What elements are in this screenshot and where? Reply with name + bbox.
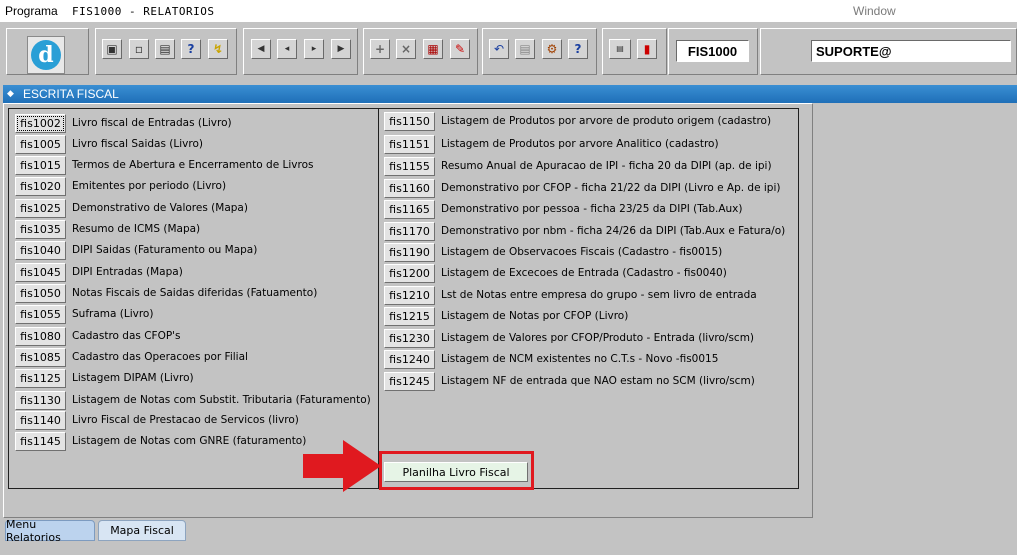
print-icon[interactable]: ▤ xyxy=(155,39,175,59)
report-code-button[interactable]: fis1015 xyxy=(15,156,66,175)
report-code-button[interactable]: fis1165 xyxy=(384,200,435,219)
planilha-livro-fiscal-button[interactable]: Planilha Livro Fiscal xyxy=(384,462,528,482)
help-icon[interactable]: ? xyxy=(568,39,588,59)
logo-icon: d xyxy=(31,40,61,70)
report-code-button[interactable]: fis1085 xyxy=(15,348,66,367)
report-code-button[interactable]: fis1170 xyxy=(384,222,435,241)
report-code-button[interactable]: fis1055 xyxy=(15,305,66,324)
delete-record-icon[interactable]: × xyxy=(396,39,416,59)
report-code-button[interactable]: fis1125 xyxy=(15,369,66,388)
red-arrow-icon xyxy=(303,440,381,492)
report-code-button[interactable]: fis1050 xyxy=(15,284,66,303)
report-label: Suframa (Livro) xyxy=(72,308,154,320)
exit-icon[interactable]: ▮ xyxy=(637,39,657,59)
report-code-button[interactable]: fis1145 xyxy=(15,432,66,451)
menu-window[interactable]: Window xyxy=(853,4,896,18)
report-code-button[interactable]: fis1215 xyxy=(384,307,435,326)
report-label: DIPI Entradas (Mapa) xyxy=(72,266,183,278)
execute-query-icon[interactable]: ↯ xyxy=(208,39,228,59)
report-code-button[interactable]: fis1080 xyxy=(15,327,66,346)
menu-programa[interactable]: Programa xyxy=(5,4,58,18)
window-icon[interactable]: ◆ xyxy=(7,88,18,99)
report-label: Listagem de Notas com Substit. Tributari… xyxy=(72,394,371,406)
tab-mapa-fiscal[interactable]: Mapa Fiscal xyxy=(98,520,186,541)
report-label: Livro Fiscal de Prestacao de Servicos (l… xyxy=(72,414,299,426)
report-label: Listagem de Produtos por arvore de produ… xyxy=(441,115,772,127)
report-code-button[interactable]: fis1150 xyxy=(384,112,435,131)
report-label: Resumo de ICMS (Mapa) xyxy=(72,223,201,235)
insert-record-icon[interactable]: + xyxy=(370,39,390,59)
report-code-button[interactable]: fis1240 xyxy=(384,350,435,369)
window-icon[interactable]: ▫ xyxy=(129,39,149,59)
report-code-button[interactable]: fis1190 xyxy=(384,243,435,262)
report-label: Cadastro das Operacoes por Filial xyxy=(72,351,248,363)
next-record-icon[interactable]: ▸ xyxy=(304,39,324,59)
report-label: Demonstrativo por pessoa - ficha 23/25 d… xyxy=(441,203,743,215)
report-code-button[interactable]: fis1210 xyxy=(384,286,435,305)
report-label: Listagem DIPAM (Livro) xyxy=(72,372,194,384)
report-code-button[interactable]: fis1245 xyxy=(384,372,435,391)
report-label: Livro fiscal Saidas (Livro) xyxy=(72,138,203,150)
report-label: Listagem de NCM existentes no C.T.s - No… xyxy=(441,353,719,365)
previous-record-icon[interactable]: ◂ xyxy=(277,39,297,59)
report-label: Demonstrativo por CFOP - ficha 21/22 da … xyxy=(441,182,781,194)
report-label: Cadastro das CFOP's xyxy=(72,330,181,342)
report-label: Emitentes por periodo (Livro) xyxy=(72,180,227,192)
app-title: FIS1000 - RELATORIOS xyxy=(72,5,215,18)
tools-icon[interactable]: ⚙ xyxy=(542,39,562,59)
window-title: ESCRITA FISCAL xyxy=(23,87,119,101)
report-label: Demonstrativo de Valores (Mapa) xyxy=(72,202,248,214)
report-code-button[interactable]: fis1020 xyxy=(15,177,66,196)
report-label: Listagem de Produtos por arvore Analitic… xyxy=(441,138,719,150)
query-help-icon[interactable]: ? xyxy=(181,39,201,59)
report-label: Listagem NF de entrada que NAO estam no … xyxy=(441,375,755,387)
report-label: Listagem de Excecoes de Entrada (Cadastr… xyxy=(441,267,727,279)
report-label: Notas Fiscais de Saidas diferidas (Fatua… xyxy=(72,287,318,299)
report-code-button[interactable]: fis1002 xyxy=(15,114,66,133)
report-code-button[interactable]: fis1230 xyxy=(384,329,435,348)
report-code-button[interactable]: fis1025 xyxy=(15,199,66,218)
print-preview-icon[interactable]: ▦ xyxy=(423,39,443,59)
report-label: Listagem de Notas por CFOP (Livro) xyxy=(441,310,629,322)
report-label: Resumo Anual de Apuracao de IPI - ficha … xyxy=(441,160,772,172)
report-label: Listagem de Observacoes Fiscais (Cadastr… xyxy=(441,246,723,258)
edit-icon[interactable]: ✎ xyxy=(450,39,470,59)
report-code-button[interactable]: fis1040 xyxy=(15,241,66,260)
report-label: Termos de Abertura e Encerramento de Liv… xyxy=(72,159,314,171)
clipboard-icon[interactable]: ▤ xyxy=(515,39,535,59)
menu-icon[interactable]: ▤ xyxy=(609,39,631,59)
user-field: SUPORTE@ xyxy=(811,40,1011,62)
report-label: Demonstrativo por nbm - ficha 24/26 da D… xyxy=(441,225,786,237)
window-title-bar: ◆ ESCRITA FISCAL xyxy=(3,85,1017,103)
report-code-button[interactable]: fis1155 xyxy=(384,157,435,176)
menubar: Programa FIS1000 - RELATORIOS Window xyxy=(0,0,1017,22)
report-code-button[interactable]: fis1045 xyxy=(15,263,66,282)
report-label: Listagem de Notas com GNRE (faturamento) xyxy=(72,435,307,447)
report-label: Listagem de Valores por CFOP/Produto - E… xyxy=(441,332,755,344)
report-code-button[interactable]: fis1130 xyxy=(15,391,66,410)
last-record-icon[interactable]: ▶ xyxy=(331,39,351,59)
report-code-button[interactable]: fis1035 xyxy=(15,220,66,239)
program-code-field: FIS1000 xyxy=(676,40,749,62)
report-code-button[interactable]: fis1140 xyxy=(15,411,66,430)
report-code-button[interactable]: fis1151 xyxy=(384,135,435,154)
undo-icon[interactable]: ↶ xyxy=(489,39,509,59)
logo-button[interactable]: d xyxy=(27,36,65,74)
report-code-button[interactable]: fis1005 xyxy=(15,135,66,154)
report-code-button[interactable]: fis1200 xyxy=(384,264,435,283)
report-label: DIPI Saidas (Faturamento ou Mapa) xyxy=(72,244,258,256)
report-label: Livro fiscal de Entradas (Livro) xyxy=(72,117,232,129)
first-record-icon[interactable]: ◀ xyxy=(251,39,271,59)
report-code-button[interactable]: fis1160 xyxy=(384,179,435,198)
save-icon[interactable]: ▣ xyxy=(102,39,122,59)
report-label: Lst de Notas entre empresa do grupo - se… xyxy=(441,289,757,301)
tab-menu-relatorios[interactable]: Menu Relatorios xyxy=(5,518,95,544)
